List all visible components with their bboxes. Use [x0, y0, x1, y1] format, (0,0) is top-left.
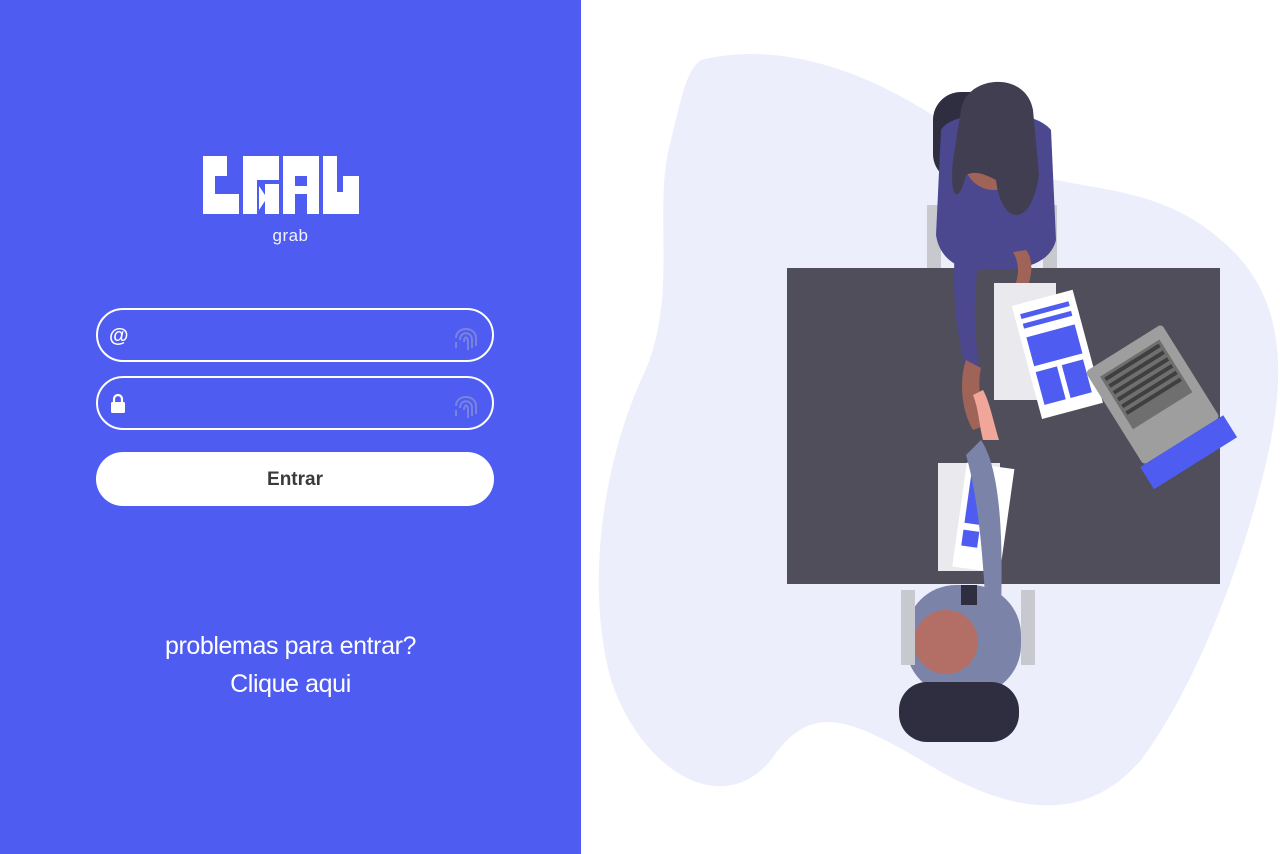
password-input[interactable] — [138, 386, 442, 422]
lock-icon — [111, 393, 125, 413]
fingerprint-icon[interactable] — [450, 318, 482, 354]
help-link[interactable]: Clique aqui — [0, 670, 581, 699]
brand-name: grab — [272, 226, 309, 245]
email-input[interactable] — [138, 318, 442, 354]
handshake-illustration — [598, 54, 1279, 806]
fingerprint-icon[interactable] — [450, 386, 482, 422]
grab-logo — [203, 156, 359, 214]
password-field[interactable] — [96, 376, 494, 430]
login-button[interactable]: Entrar — [96, 452, 494, 506]
at-sign-icon: @ — [109, 325, 128, 346]
email-field[interactable]: @ — [96, 308, 494, 362]
help-question: problemas para entrar? — [164, 632, 417, 660]
svg-text:@: @ — [109, 325, 128, 346]
login-panel: grab @ Entrar problemas para entrar? Cli… — [0, 0, 581, 854]
